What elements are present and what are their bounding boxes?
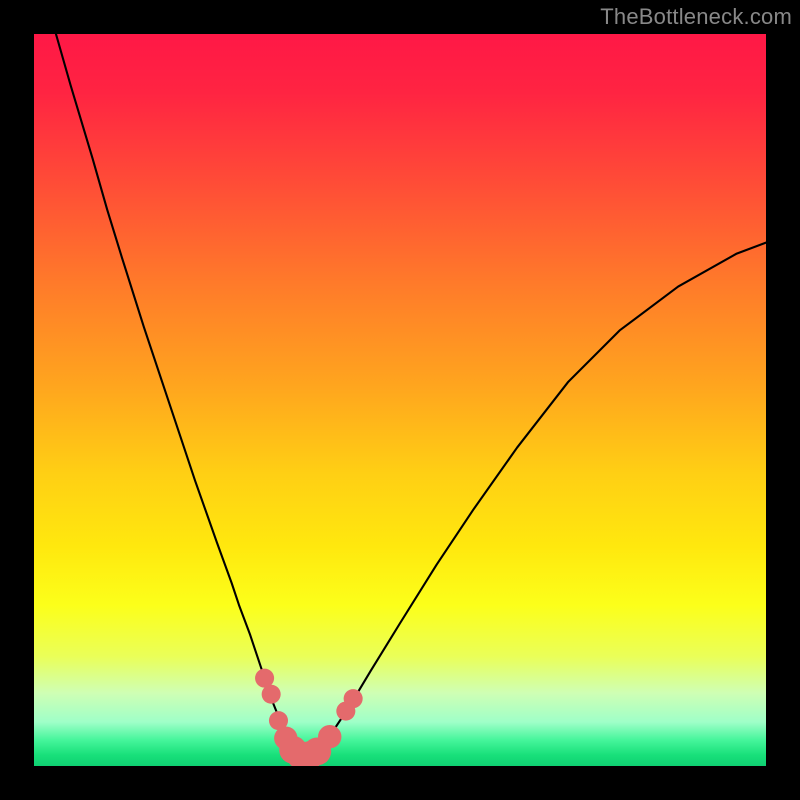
marker-dot [262,685,281,704]
plot-area [34,34,766,766]
marker-dot [318,725,341,748]
marker-dot [344,689,363,708]
chart-container: TheBottleneck.com [0,0,800,800]
watermark-text: TheBottleneck.com [600,4,792,30]
bottleneck-chart [34,34,766,766]
gradient-background [34,34,766,766]
